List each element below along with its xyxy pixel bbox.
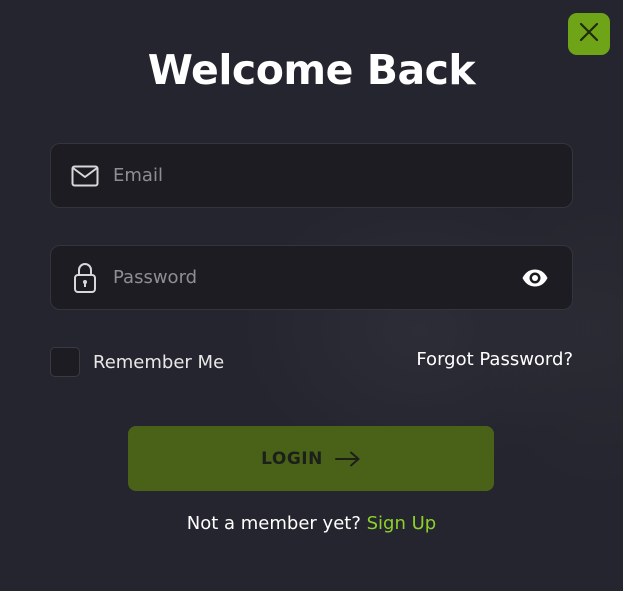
- remember-label: Remember Me: [93, 351, 225, 373]
- login-label: LOGIN: [261, 448, 323, 469]
- arrow-right-icon: [334, 451, 361, 467]
- signup-line: Not a member yet? Sign Up: [0, 513, 623, 534]
- lock-icon: [70, 262, 100, 293]
- login-button[interactable]: LOGIN: [128, 426, 494, 491]
- modal-title: Welcome Back: [147, 46, 476, 94]
- envelope-icon: [70, 161, 100, 191]
- remember-checkbox[interactable]: [50, 347, 80, 377]
- password-input[interactable]: [113, 246, 513, 309]
- signup-prompt: Not a member yet?: [186, 513, 361, 534]
- remember-me[interactable]: Remember Me: [50, 347, 224, 377]
- close-icon: [578, 21, 600, 47]
- login-modal: Welcome Back Email Remember Me Forgot Pa…: [0, 0, 623, 591]
- signup-link[interactable]: Sign Up: [367, 513, 437, 534]
- email-input[interactable]: [113, 144, 513, 207]
- forgot-password-link[interactable]: Forgot Password?: [416, 349, 573, 370]
- password-field[interactable]: [50, 245, 573, 310]
- eye-icon[interactable]: [520, 267, 550, 289]
- email-field[interactable]: [50, 143, 573, 208]
